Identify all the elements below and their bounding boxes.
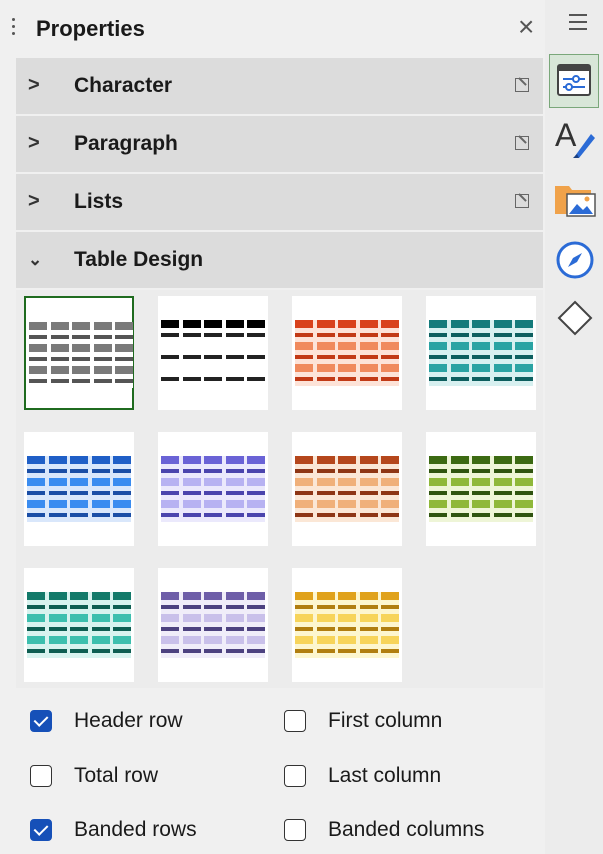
navigator-tab[interactable] <box>553 238 594 279</box>
section-label: Character <box>74 74 173 97</box>
styles-tab[interactable]: A <box>553 116 595 158</box>
table-style-preview <box>429 456 533 522</box>
table-style-tile[interactable] <box>24 432 134 546</box>
checkbox-box[interactable] <box>30 710 52 732</box>
navigator-icon <box>556 241 594 279</box>
table-style-tile[interactable] <box>24 568 134 682</box>
table-style-preview <box>27 456 131 522</box>
table-style-tile[interactable] <box>426 296 536 410</box>
checkbox-box[interactable] <box>284 710 306 732</box>
close-icon[interactable]: × <box>518 13 534 41</box>
table-style-preview <box>29 322 133 388</box>
table-style-preview <box>161 320 265 386</box>
gallery-icon <box>555 186 596 217</box>
table-style-preview <box>295 456 399 522</box>
table-style-tile[interactable] <box>426 432 536 546</box>
section-label: Lists <box>74 190 124 213</box>
checkbox-label: Last column <box>328 764 442 787</box>
checkbox-box[interactable] <box>284 819 306 841</box>
table-style-tile[interactable] <box>158 296 268 410</box>
properties-icon <box>557 64 591 96</box>
table-style-preview <box>27 592 131 658</box>
table-style-tile[interactable] <box>292 296 402 410</box>
svg-text:A: A <box>555 117 577 153</box>
section-label: Table Design <box>74 248 204 271</box>
table-style-preview <box>295 592 399 658</box>
properties-panel: Properties × > Character > Paragraph > L… <box>0 0 545 854</box>
shapes-icon <box>557 300 593 336</box>
table-style-tile[interactable] <box>158 568 268 682</box>
section-lists[interactable]: > Lists <box>16 174 543 230</box>
more-options-icon[interactable] <box>515 78 529 92</box>
sidebar-tabbar: A <box>545 0 603 854</box>
table-style-grid <box>16 290 543 688</box>
table-style-preview <box>161 592 265 658</box>
checkbox-box[interactable] <box>30 819 52 841</box>
checkbox-label: Banded columns <box>328 818 485 841</box>
shapes-tab[interactable] <box>553 296 593 336</box>
more-options-icon[interactable] <box>515 194 529 208</box>
section-paragraph[interactable]: > Paragraph <box>16 116 543 172</box>
styles-icon: A <box>555 117 595 158</box>
gallery-tab[interactable] <box>553 178 596 218</box>
table-style-tile[interactable] <box>292 568 402 682</box>
section-label: Paragraph <box>74 132 178 155</box>
chevron-down-icon: ⌄ <box>28 250 43 269</box>
chevron-right-icon: > <box>28 132 40 154</box>
properties-tab[interactable] <box>549 54 599 108</box>
checkbox-label: Total row <box>74 764 159 787</box>
chevron-right-icon: > <box>28 74 40 96</box>
panel-title: Properties <box>36 16 145 41</box>
section-character[interactable]: > Character <box>16 58 543 114</box>
table-style-tile[interactable] <box>158 432 268 546</box>
checkbox-box[interactable] <box>284 765 306 787</box>
checkbox-label: First column <box>328 709 443 732</box>
menu-icon[interactable] <box>569 14 587 30</box>
drag-grip-icon[interactable] <box>12 18 16 44</box>
checkbox-box[interactable] <box>30 765 52 787</box>
table-style-tile[interactable] <box>24 296 134 410</box>
table-style-preview <box>161 456 265 522</box>
table-style-preview <box>295 320 399 386</box>
checkbox-label: Banded rows <box>74 818 197 841</box>
more-options-icon[interactable] <box>515 136 529 150</box>
section-table-design[interactable]: ⌄ Table Design <box>16 232 543 288</box>
checkbox-label: Header row <box>74 709 183 732</box>
chevron-right-icon: > <box>28 190 40 212</box>
panel-titlebar: Properties × <box>0 0 545 56</box>
table-style-tile[interactable] <box>292 432 402 546</box>
table-style-preview <box>429 320 533 386</box>
